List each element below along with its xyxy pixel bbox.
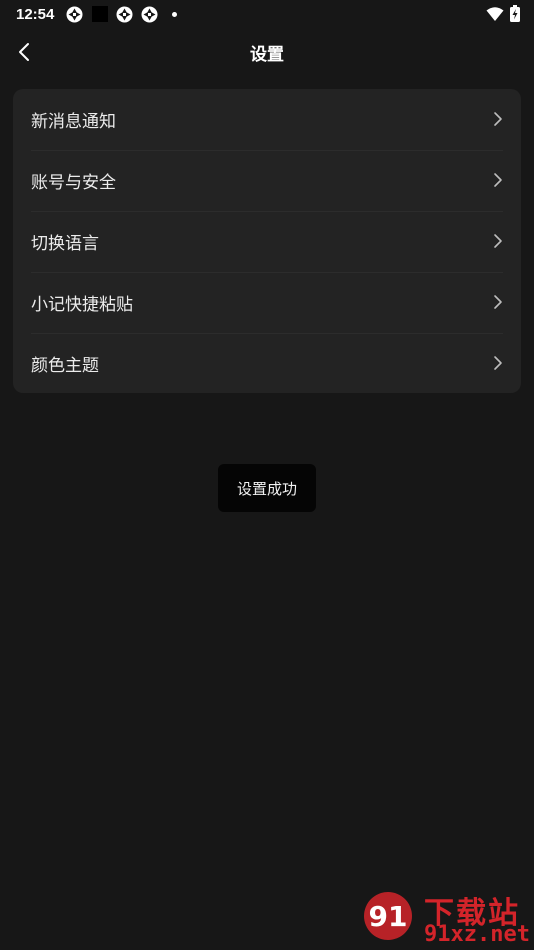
toast-text: 设置成功 <box>236 479 297 498</box>
settings-item-label: 切换语言 <box>31 234 99 254</box>
battery-charging-icon <box>510 5 520 26</box>
settings-list: 新消息通知 账号与安全 切换语言 小记快捷粘贴 颜色主题 <box>13 89 521 393</box>
settings-item-account-security[interactable]: 账号与安全 <box>13 150 521 211</box>
settings-item-new-message-notification[interactable]: 新消息通知 <box>13 89 521 150</box>
settings-item-label: 新消息通知 <box>31 112 116 132</box>
watermark-logo-text: 91 <box>369 900 408 933</box>
chevron-left-icon <box>19 43 29 61</box>
wifi-icon <box>486 6 504 26</box>
settings-item-color-theme[interactable]: 颜色主题 <box>13 333 521 393</box>
settings-item-switch-language[interactable]: 切换语言 <box>13 211 521 272</box>
app-bar: 设置 <box>0 28 534 76</box>
page-title: 设置 <box>250 44 284 65</box>
sync-icon <box>116 6 133 23</box>
system-icons <box>486 5 520 26</box>
status-time: 12:54 <box>16 5 55 23</box>
notification-icons <box>66 6 178 23</box>
settings-item-label: 小记快捷粘贴 <box>31 295 133 315</box>
watermark: 91 下载站 91xz.net <box>358 888 530 948</box>
chevron-right-icon <box>494 356 502 370</box>
watermark-domain: 91xz.net <box>424 922 530 947</box>
sync-icon <box>66 6 83 23</box>
status-bar: 12:54 <box>0 0 534 28</box>
sync-icon <box>141 6 158 23</box>
dot-icon <box>172 11 178 17</box>
watermark-logo-icon: 91 <box>364 892 412 940</box>
toast-message: 设置成功 <box>218 464 316 512</box>
black-square-icon <box>91 6 108 23</box>
chevron-right-icon <box>494 295 502 309</box>
chevron-right-icon <box>494 234 502 248</box>
chevron-right-icon <box>494 112 502 126</box>
back-button[interactable] <box>10 38 38 66</box>
chevron-right-icon <box>494 173 502 187</box>
settings-item-quick-paste[interactable]: 小记快捷粘贴 <box>13 272 521 333</box>
settings-item-label: 账号与安全 <box>31 173 116 193</box>
settings-item-label: 颜色主题 <box>31 356 99 376</box>
